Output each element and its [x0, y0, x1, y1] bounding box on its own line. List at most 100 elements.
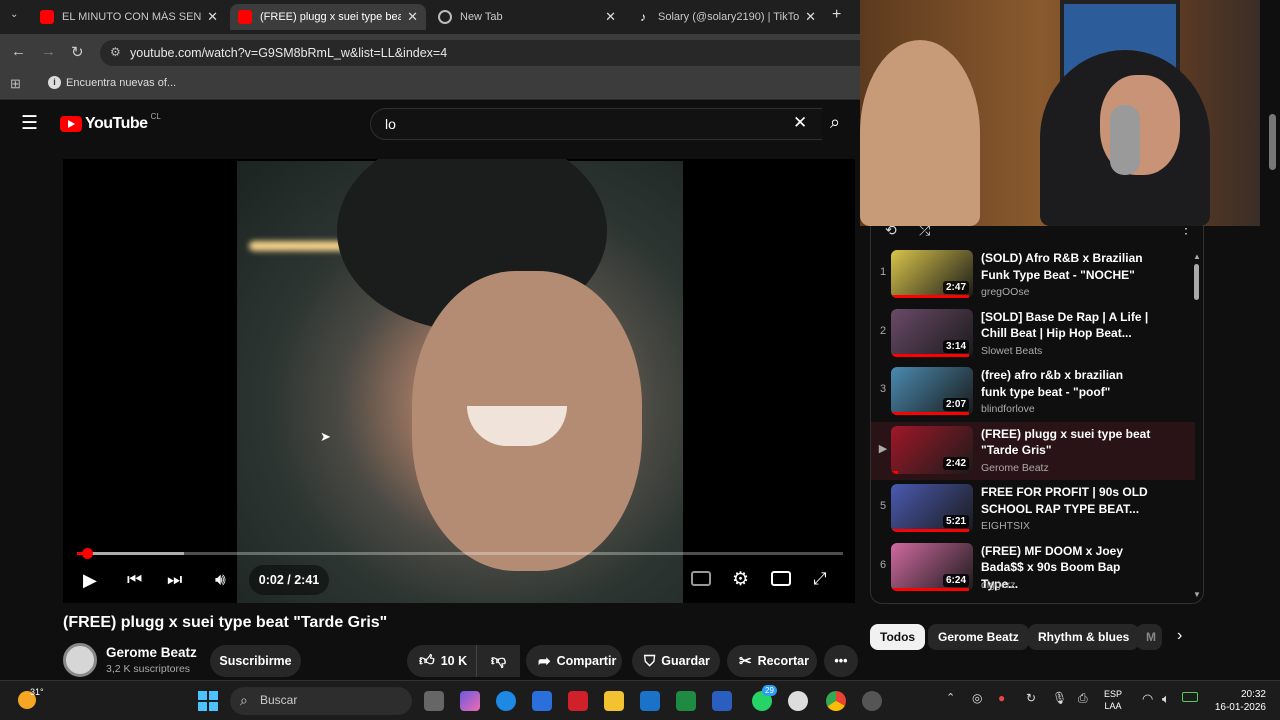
playlist-item[interactable]: 2 3:14 [SOLD] Base De Rap | A Life | Chill… [871, 305, 1195, 363]
channel-avatar[interactable] [63, 643, 97, 677]
search-input[interactable]: lo [370, 108, 822, 140]
bookmark-icon: ⛉ [644, 652, 656, 670]
playlist-scrollbar[interactable]: ▲ ▼ [1191, 252, 1203, 602]
chip-more[interactable]: M [1136, 624, 1162, 650]
playlist-index: 6 [879, 558, 887, 571]
loop-icon[interactable]: ⟲ [885, 226, 897, 239]
window-scrollbar-thumb[interactable] [1269, 114, 1276, 170]
close-icon[interactable]: ✕ [407, 9, 418, 25]
tray-icon-2[interactable]: ● [998, 691, 1005, 705]
playlist-thumbnail[interactable]: 6:24 [891, 542, 973, 591]
edge-icon[interactable] [496, 691, 516, 711]
close-icon[interactable]: ✕ [805, 9, 816, 25]
more-vertical-icon[interactable]: ⋮ [1179, 226, 1193, 237]
clip-button[interactable]: ✂ Recortar [727, 645, 817, 677]
volume-icon[interactable]: 🔊︎ [215, 570, 226, 590]
settings-gear-icon[interactable]: ⚙ [732, 568, 749, 591]
progress-scrubber[interactable] [81, 548, 93, 559]
playlist-item[interactable]: ▶ 2:42 (FREE) plugg x suei type beat "Tard… [871, 421, 1195, 480]
copilot-icon[interactable] [460, 691, 480, 711]
chip-all[interactable]: Todos [870, 624, 926, 650]
battery-icon[interactable] [1182, 692, 1198, 702]
next-icon[interactable]: ⏭ [167, 570, 182, 590]
play-icon[interactable]: ▶ [83, 570, 97, 591]
playlist-item[interactable]: 6 6:24 (FREE) MF DOOM x Joey Bada$$ x 90s … [871, 539, 1195, 597]
sync-icon[interactable]: ↻ [1026, 691, 1036, 705]
bookmark-item[interactable]: i Encuentra nuevas of... [48, 76, 176, 89]
subscribe-button[interactable]: Suscribirme [210, 645, 301, 677]
share-button[interactable]: ➦ Compartir [526, 645, 622, 677]
tab-1[interactable]: EL MINUTO CON MÁS SENTIMIENTO ✕ [32, 4, 226, 30]
close-icon[interactable]: ✕ [207, 9, 218, 25]
mcafee-icon[interactable] [568, 691, 588, 711]
playlist-thumbnail[interactable]: 2:42 [891, 425, 973, 474]
progress-buffered [77, 552, 185, 555]
playlist-thumbnail[interactable]: 2:47 [891, 250, 973, 298]
tab-search-icon[interactable]: ⌄ [10, 9, 18, 20]
apps-grid-icon[interactable]: ⊞ [10, 76, 21, 92]
youtube-play-logo-icon [60, 116, 82, 132]
excel-icon[interactable] [676, 691, 696, 711]
tray-icon-1[interactable]: ◎ [972, 691, 982, 705]
share-label: Compartir [556, 654, 617, 668]
chip-channel[interactable]: Gerome Beatz [928, 624, 1029, 650]
reload-icon[interactable]: ↻ [71, 43, 84, 61]
subtitles-icon[interactable] [691, 571, 711, 586]
channel-name[interactable]: Gerome Beatz [106, 645, 197, 660]
chevron-up-icon[interactable]: ⌃ [946, 691, 955, 704]
mic-tray-icon[interactable]: 🎙︎ [1052, 691, 1067, 705]
tray-icon-3[interactable]: ⎙ [1078, 691, 1088, 706]
word-icon[interactable] [712, 691, 732, 711]
forward-arrow-icon[interactable]: → [41, 43, 56, 60]
playlist-item-title: (free) afro r&b x brazilian funk type be… [981, 368, 1124, 399]
obs-icon[interactable] [788, 691, 808, 711]
outlook-icon[interactable] [640, 691, 660, 711]
address-bar[interactable]: ⚙ youtube.com/watch?v=G9SM8bRmL_w&list=L… [100, 40, 860, 66]
playlist-item[interactable]: 1 2:47 (SOLD) Afro R&B x Brazilian Funk Ty… [871, 246, 1195, 304]
menu-icon[interactable]: ☰ [21, 112, 38, 135]
close-icon[interactable]: ✕ [605, 9, 616, 25]
playlist-item[interactable]: 5 5:21 FREE FOR PROFIT | 90s OLD SCHOOL RA… [871, 480, 1195, 538]
previous-icon[interactable]: ⏮ [127, 570, 142, 590]
new-tab-button[interactable]: + [832, 6, 841, 24]
tab-4[interactable]: ♪ Solary (@solary2190) | TikTok ✕ [628, 4, 824, 30]
chrome-icon[interactable] [826, 691, 846, 711]
file-explorer-icon[interactable] [604, 691, 624, 711]
site-info-icon[interactable]: ⚙ [110, 45, 121, 59]
back-arrow-icon[interactable]: ← [11, 43, 26, 60]
search-icon[interactable]: ⌕ [830, 112, 840, 133]
window-scrollbar[interactable] [1266, 100, 1278, 680]
clip-label: Recortar [757, 654, 809, 668]
theater-mode-icon[interactable] [771, 571, 791, 586]
store-icon[interactable] [532, 691, 552, 711]
more-actions-button[interactable]: ••• [824, 645, 858, 677]
progress-track[interactable] [77, 548, 843, 559]
scroll-up-icon[interactable]: ▲ [1193, 252, 1201, 261]
chevron-right-icon[interactable]: › [1177, 627, 1182, 645]
taskbar-search-box[interactable]: ⌕ Buscar [230, 687, 412, 715]
playlist-thumbnail[interactable]: 3:14 [891, 308, 973, 357]
windows-start-icon[interactable] [198, 691, 218, 711]
dislike-button[interactable]: 👎︎ [476, 645, 520, 677]
tab-3[interactable]: New Tab ✕ [430, 4, 624, 30]
chip-genre[interactable]: Rhythm & blues [1028, 624, 1140, 650]
save-button[interactable]: ⛉ Guardar [632, 645, 720, 677]
playlist-thumbnail[interactable]: 5:21 [891, 484, 973, 532]
shuffle-icon[interactable]: ⤮ [919, 226, 930, 239]
tab-2[interactable]: (FREE) plugg x suei type beat "Tarde Gri… [230, 4, 426, 30]
youtube-logo[interactable]: YouTube CL [60, 112, 161, 133]
search-value: lo [385, 116, 396, 132]
wifi-icon[interactable]: ◠ [1142, 691, 1153, 707]
scroll-down-icon[interactable]: ▼ [1193, 590, 1201, 599]
video-player[interactable]: ▶ ⏮ ⏭ 🔊︎ 0:02 / 2:41 ⚙ ⤢ ➤ [63, 159, 855, 603]
playlist-thumbnail[interactable]: 2:07 [891, 367, 973, 415]
playlist-item[interactable]: 3 2:07 (free) afro r&b x brazilian funk ty… [871, 363, 1195, 421]
clock[interactable]: 20:32 16-01-2026 [1208, 688, 1266, 714]
task-view-icon[interactable] [424, 691, 444, 711]
game-controller-icon[interactable] [862, 691, 882, 711]
speaker-icon[interactable]: 🔈︎ [1162, 691, 1170, 707]
scrollbar-thumb[interactable] [1194, 264, 1199, 300]
fullscreen-icon[interactable]: ⤢ [813, 569, 827, 589]
language-indicator[interactable]: ESP LAA [1104, 688, 1122, 712]
clear-search-icon[interactable]: ✕ [793, 113, 807, 133]
